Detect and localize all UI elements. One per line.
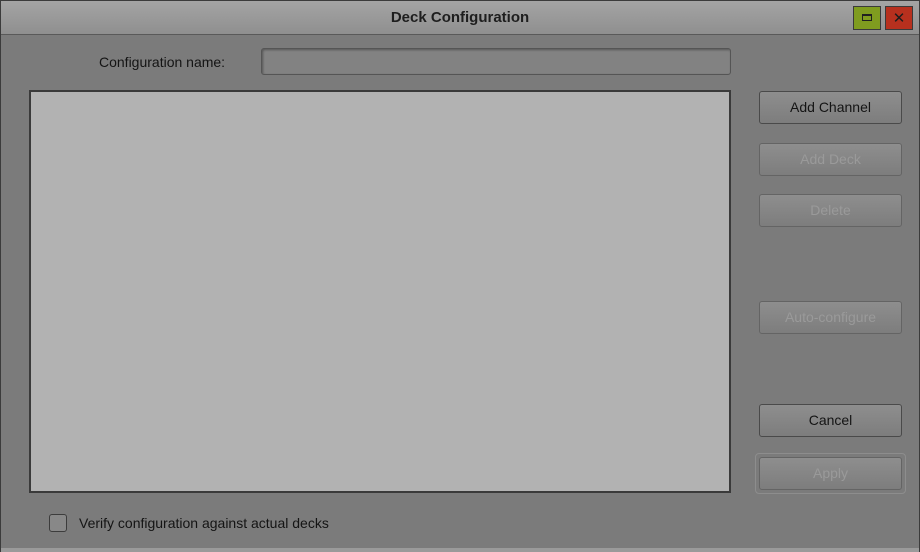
deck-configuration-window: Deck Configuration ✕ Configuration name:… [0, 0, 920, 552]
apply-button[interactable]: Apply [759, 457, 902, 490]
delete-button[interactable]: Delete [759, 194, 902, 227]
close-icon: ✕ [892, 9, 906, 27]
add-channel-button[interactable]: Add Channel [759, 91, 902, 124]
maximize-icon [862, 14, 872, 21]
window-title: Deck Configuration [390, 9, 530, 26]
deck-channel-list[interactable] [29, 90, 731, 493]
auto-configure-button[interactable]: Auto-configure [759, 301, 902, 334]
add-deck-button[interactable]: Add Deck [759, 143, 902, 176]
window-bottom-edge [1, 548, 919, 552]
configuration-name-label: Configuration name: [99, 54, 226, 70]
configuration-name-input[interactable] [261, 48, 731, 75]
maximize-button[interactable] [853, 6, 881, 30]
cancel-button[interactable]: Cancel [759, 404, 902, 437]
title-bar[interactable]: Deck Configuration ✕ [1, 1, 919, 35]
verify-checkbox-label[interactable]: Verify configuration against actual deck… [79, 515, 329, 531]
close-button[interactable]: ✕ [885, 6, 913, 30]
verify-checkbox[interactable] [49, 514, 67, 532]
